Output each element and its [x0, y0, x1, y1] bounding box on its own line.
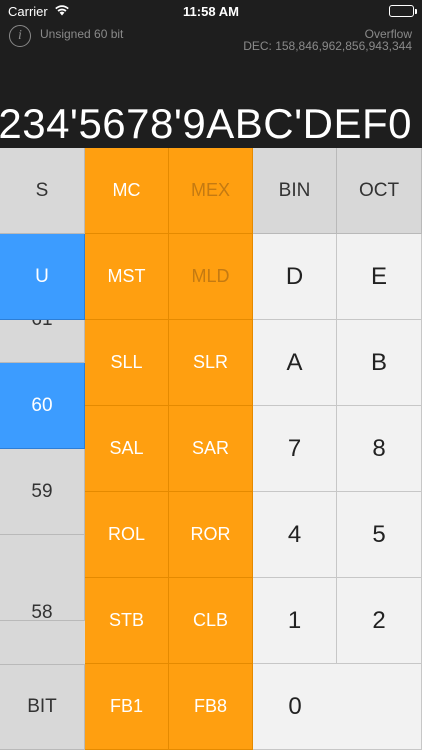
digit-7-button[interactable]: 7	[253, 406, 337, 492]
digit-0-button[interactable]: 0	[253, 664, 337, 750]
mld-button[interactable]: MLD	[169, 234, 253, 320]
digit-4-button[interactable]: 4	[253, 492, 337, 578]
digit-8-button[interactable]: 8	[337, 406, 422, 492]
hex-d-button[interactable]: D	[253, 234, 337, 320]
digit-1-button[interactable]: 1	[253, 578, 337, 664]
bit-button[interactable]: BIT	[0, 664, 85, 750]
main-display: 234'5678'9ABC'DEF0	[0, 100, 412, 147]
mode-label: Unsigned 60 bit	[40, 27, 124, 41]
keypad: S MC MEX BIN OCT 62 61 60 59 58 U MST ML…	[0, 148, 422, 750]
battery-icon	[389, 5, 417, 17]
signed-button[interactable]: S	[0, 148, 85, 234]
sal-button[interactable]: SAL	[85, 406, 169, 492]
digit-5-button[interactable]: 5	[337, 492, 422, 578]
mc-button[interactable]: MC	[85, 148, 169, 234]
info-icon[interactable]: i	[9, 25, 31, 47]
empty-key	[337, 664, 422, 750]
decimal-readout: DEC: 158,846,962,856,943,344	[243, 39, 412, 53]
picker-item[interactable]: 59	[0, 449, 85, 535]
clock-label: 11:58 AM	[183, 4, 239, 19]
digit-2-button[interactable]: 2	[337, 578, 422, 664]
picker-item[interactable]: 58	[0, 535, 85, 623]
ror-button[interactable]: ROR	[169, 492, 253, 578]
clb-button[interactable]: CLB	[169, 578, 253, 664]
hex-b-button[interactable]: B	[337, 320, 422, 406]
sll-button[interactable]: SLL	[85, 320, 169, 406]
status-bar: Carrier 11:58 AM	[0, 0, 422, 22]
bin-button[interactable]: BIN	[253, 148, 337, 234]
hex-a-button[interactable]: A	[253, 320, 337, 406]
fb1-button[interactable]: FB1	[85, 664, 169, 750]
oct-button[interactable]: OCT	[337, 148, 422, 234]
slr-button[interactable]: SLR	[169, 320, 253, 406]
stb-button[interactable]: STB	[85, 578, 169, 664]
picker-item-selected[interactable]: 60	[0, 363, 85, 449]
mst-button[interactable]: MST	[85, 234, 169, 320]
rol-button[interactable]: ROL	[85, 492, 169, 578]
mex-button[interactable]: MEX	[169, 148, 253, 234]
unsigned-button[interactable]: U	[0, 234, 85, 320]
hex-e-button[interactable]: E	[337, 234, 422, 320]
sar-button[interactable]: SAR	[169, 406, 253, 492]
fb8-button[interactable]: FB8	[169, 664, 253, 750]
